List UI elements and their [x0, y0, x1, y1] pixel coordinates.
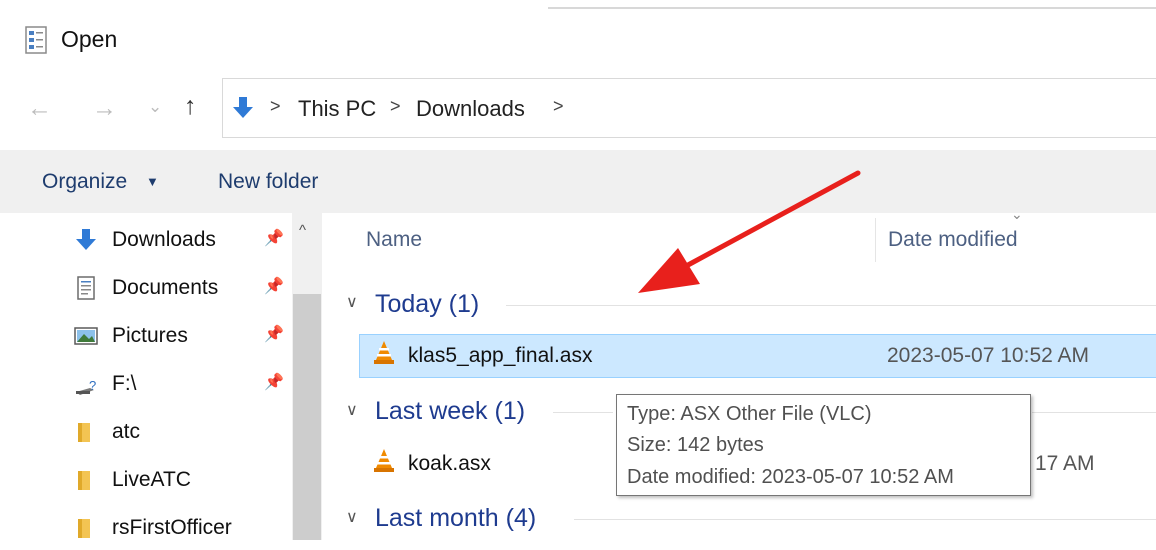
- sidebar-item-label: Documents: [112, 276, 219, 299]
- tooltip-type: Type: ASX Other File (VLC): [627, 403, 872, 425]
- collapse-chevron-icon[interactable]: ∨: [346, 400, 358, 420]
- sidebar-item-f-drive[interactable]: ? F:\ 📌: [70, 366, 292, 406]
- group-header-last-week[interactable]: Last week (1): [375, 397, 525, 426]
- collapse-chevron-icon[interactable]: ∨: [346, 507, 358, 527]
- column-header-date-modified[interactable]: Date modified: [888, 228, 1018, 252]
- sidebar-item-label: LiveATC: [112, 468, 191, 491]
- folder-icon: [74, 516, 98, 540]
- sidebar-item-label: Downloads: [112, 228, 216, 251]
- folder-icon: [74, 420, 98, 444]
- window-title: Open: [61, 26, 118, 52]
- tooltip-size: Size: 142 bytes: [627, 434, 764, 456]
- forward-arrow-icon[interactable]: →: [92, 94, 117, 123]
- downloads-arrow-icon: [74, 228, 98, 252]
- vlc-cone-icon: [372, 448, 396, 474]
- pin-icon: 📌: [264, 278, 284, 295]
- nav-scrollbar-thumb[interactable]: [293, 294, 321, 540]
- title-bar: [0, 0, 1156, 78]
- breadcrumb-separator-icon[interactable]: >: [270, 96, 281, 117]
- file-info-tooltip: Type: ASX Other File (VLC) Size: 142 byt…: [616, 394, 1031, 496]
- group-divider: [1032, 412, 1156, 413]
- sidebar-item-liveatc[interactable]: LiveATC: [70, 462, 292, 502]
- group-header-today[interactable]: Today (1): [375, 290, 479, 319]
- sidebar-item-label: rsFirstOfficer: [112, 516, 232, 539]
- column-header-name[interactable]: Name: [366, 228, 422, 252]
- recent-locations-chevron-icon[interactable]: ⌄: [148, 97, 162, 117]
- scroll-up-arrow-icon[interactable]: ^: [299, 222, 306, 239]
- sidebar-item-label: Pictures: [112, 324, 188, 347]
- folder-icon: [74, 468, 98, 492]
- new-folder-button[interactable]: New folder: [218, 170, 318, 194]
- group-divider: [574, 519, 1156, 520]
- removable-drive-icon: ?: [74, 372, 98, 396]
- file-name[interactable]: klas5_app_final.asx: [408, 344, 592, 368]
- sort-chevron-icon: ⌄: [1011, 206, 1023, 222]
- pin-icon: 📌: [264, 230, 284, 247]
- breadcrumb-downloads[interactable]: Downloads: [416, 96, 525, 122]
- sidebar-item-label: atc: [112, 420, 141, 443]
- organize-button[interactable]: Organize: [42, 170, 127, 194]
- open-dialog-icon: [25, 26, 47, 54]
- pin-icon: 📌: [264, 326, 284, 343]
- collapse-chevron-icon[interactable]: ∨: [346, 292, 358, 312]
- file-date: 2023-05-07 10:52 AM: [887, 344, 1089, 367]
- pin-icon: 📌: [264, 374, 284, 391]
- file-name[interactable]: koak.asx: [408, 452, 491, 476]
- breadcrumb-separator-icon[interactable]: >: [390, 96, 401, 117]
- downloads-arrow-icon: [231, 96, 255, 120]
- group-header-last-month[interactable]: Last month (4): [375, 504, 536, 533]
- documents-icon: [74, 276, 98, 300]
- command-bar: [0, 150, 1156, 213]
- back-arrow-icon[interactable]: ←: [27, 94, 52, 123]
- sidebar-item-downloads[interactable]: Downloads 📌: [70, 222, 292, 262]
- sidebar-item-rsfirstofficer[interactable]: rsFirstOfficer: [70, 510, 292, 550]
- breadcrumb-this-pc[interactable]: This PC: [298, 96, 376, 122]
- tooltip-date: Date modified: 2023-05-07 10:52 AM: [627, 466, 954, 488]
- file-date: 17 AM: [1035, 452, 1095, 475]
- vlc-cone-icon: [372, 340, 396, 366]
- group-divider: [553, 412, 613, 413]
- dropdown-caret-icon[interactable]: ▼: [146, 174, 159, 189]
- sidebar-item-label: F:\: [112, 372, 137, 395]
- sidebar-item-documents[interactable]: Documents 📌: [70, 270, 292, 310]
- group-divider: [506, 305, 1156, 306]
- breadcrumb-separator-icon[interactable]: >: [553, 96, 564, 117]
- up-arrow-icon[interactable]: ↑: [184, 92, 197, 121]
- sidebar-item-atc[interactable]: atc: [70, 414, 292, 454]
- column-divider[interactable]: [875, 218, 876, 262]
- sidebar-item-pictures[interactable]: Pictures 📌: [70, 318, 292, 358]
- title-bar-divider: [548, 7, 1156, 9]
- svg-text:?: ?: [89, 378, 96, 393]
- pictures-icon: [74, 324, 98, 348]
